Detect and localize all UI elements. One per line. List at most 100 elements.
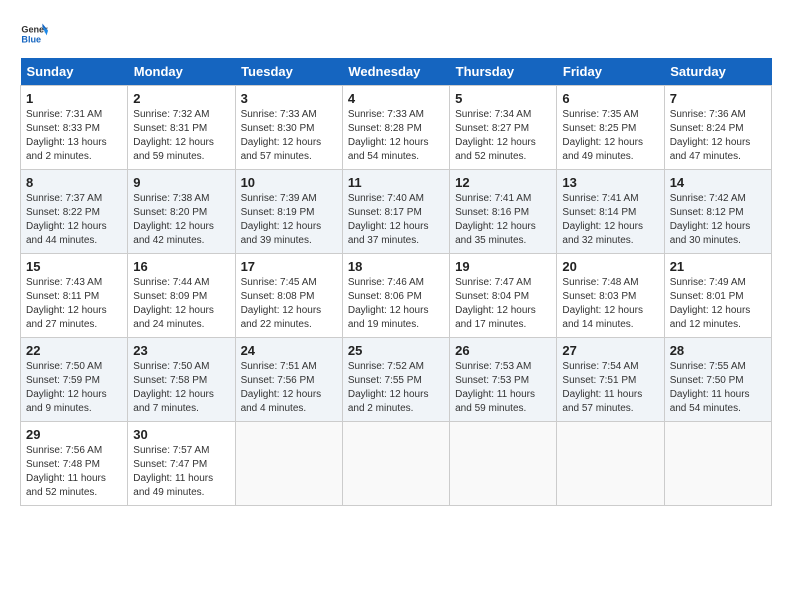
calendar-day-cell: 4 Sunrise: 7:33 AMSunset: 8:28 PMDayligh… (342, 86, 449, 170)
day-number: 30 (133, 427, 229, 442)
calendar-day-cell (557, 422, 664, 506)
day-info: Sunrise: 7:53 AMSunset: 7:53 PMDaylight:… (455, 360, 551, 416)
calendar-day-cell: 10 Sunrise: 7:39 AMSunset: 8:19 PMDaylig… (235, 170, 342, 254)
day-number: 9 (133, 175, 229, 190)
day-number: 1 (26, 91, 122, 106)
day-info: Sunrise: 7:41 AMSunset: 8:16 PMDaylight:… (455, 192, 551, 248)
day-info: Sunrise: 7:48 AMSunset: 8:03 PMDaylight:… (562, 276, 658, 332)
calendar-day-cell: 18 Sunrise: 7:46 AMSunset: 8:06 PMDaylig… (342, 254, 449, 338)
calendar-day-cell (235, 422, 342, 506)
calendar-day-cell (450, 422, 557, 506)
day-info: Sunrise: 7:52 AMSunset: 7:55 PMDaylight:… (348, 360, 444, 416)
day-number: 13 (562, 175, 658, 190)
weekday-header: Thursday (450, 58, 557, 86)
day-info: Sunrise: 7:55 AMSunset: 7:50 PMDaylight:… (670, 360, 766, 416)
calendar-day-cell: 29 Sunrise: 7:56 AMSunset: 7:48 PMDaylig… (21, 422, 128, 506)
weekday-header: Friday (557, 58, 664, 86)
calendar-day-cell: 28 Sunrise: 7:55 AMSunset: 7:50 PMDaylig… (664, 338, 771, 422)
calendar-day-cell: 27 Sunrise: 7:54 AMSunset: 7:51 PMDaylig… (557, 338, 664, 422)
day-number: 6 (562, 91, 658, 106)
day-info: Sunrise: 7:43 AMSunset: 8:11 PMDaylight:… (26, 276, 122, 332)
calendar-day-cell: 21 Sunrise: 7:49 AMSunset: 8:01 PMDaylig… (664, 254, 771, 338)
day-number: 15 (26, 259, 122, 274)
day-number: 26 (455, 343, 551, 358)
day-number: 25 (348, 343, 444, 358)
day-info: Sunrise: 7:33 AMSunset: 8:28 PMDaylight:… (348, 108, 444, 164)
calendar-day-cell: 22 Sunrise: 7:50 AMSunset: 7:59 PMDaylig… (21, 338, 128, 422)
day-number: 17 (241, 259, 337, 274)
day-info: Sunrise: 7:35 AMSunset: 8:25 PMDaylight:… (562, 108, 658, 164)
day-number: 3 (241, 91, 337, 106)
weekday-header: Saturday (664, 58, 771, 86)
day-info: Sunrise: 7:45 AMSunset: 8:08 PMDaylight:… (241, 276, 337, 332)
day-info: Sunrise: 7:42 AMSunset: 8:12 PMDaylight:… (670, 192, 766, 248)
calendar-day-cell: 8 Sunrise: 7:37 AMSunset: 8:22 PMDayligh… (21, 170, 128, 254)
day-info: Sunrise: 7:50 AMSunset: 7:58 PMDaylight:… (133, 360, 229, 416)
day-info: Sunrise: 7:51 AMSunset: 7:56 PMDaylight:… (241, 360, 337, 416)
calendar-day-cell: 9 Sunrise: 7:38 AMSunset: 8:20 PMDayligh… (128, 170, 235, 254)
day-number: 2 (133, 91, 229, 106)
day-number: 24 (241, 343, 337, 358)
calendar-day-cell: 3 Sunrise: 7:33 AMSunset: 8:30 PMDayligh… (235, 86, 342, 170)
calendar-day-cell: 15 Sunrise: 7:43 AMSunset: 8:11 PMDaylig… (21, 254, 128, 338)
calendar-day-cell: 20 Sunrise: 7:48 AMSunset: 8:03 PMDaylig… (557, 254, 664, 338)
day-number: 7 (670, 91, 766, 106)
day-info: Sunrise: 7:50 AMSunset: 7:59 PMDaylight:… (26, 360, 122, 416)
day-info: Sunrise: 7:47 AMSunset: 8:04 PMDaylight:… (455, 276, 551, 332)
calendar-week-row: 22 Sunrise: 7:50 AMSunset: 7:59 PMDaylig… (21, 338, 772, 422)
calendar-day-cell: 5 Sunrise: 7:34 AMSunset: 8:27 PMDayligh… (450, 86, 557, 170)
day-number: 14 (670, 175, 766, 190)
day-info: Sunrise: 7:37 AMSunset: 8:22 PMDaylight:… (26, 192, 122, 248)
day-number: 16 (133, 259, 229, 274)
calendar-day-cell: 19 Sunrise: 7:47 AMSunset: 8:04 PMDaylig… (450, 254, 557, 338)
calendar-week-row: 8 Sunrise: 7:37 AMSunset: 8:22 PMDayligh… (21, 170, 772, 254)
day-info: Sunrise: 7:44 AMSunset: 8:09 PMDaylight:… (133, 276, 229, 332)
day-number: 5 (455, 91, 551, 106)
calendar-day-cell: 2 Sunrise: 7:32 AMSunset: 8:31 PMDayligh… (128, 86, 235, 170)
day-number: 8 (26, 175, 122, 190)
day-info: Sunrise: 7:38 AMSunset: 8:20 PMDaylight:… (133, 192, 229, 248)
day-info: Sunrise: 7:56 AMSunset: 7:48 PMDaylight:… (26, 444, 122, 500)
day-number: 22 (26, 343, 122, 358)
svg-text:Blue: Blue (21, 34, 41, 44)
weekday-header: Wednesday (342, 58, 449, 86)
calendar-day-cell: 13 Sunrise: 7:41 AMSunset: 8:14 PMDaylig… (557, 170, 664, 254)
day-info: Sunrise: 7:39 AMSunset: 8:19 PMDaylight:… (241, 192, 337, 248)
day-info: Sunrise: 7:54 AMSunset: 7:51 PMDaylight:… (562, 360, 658, 416)
calendar-day-cell: 7 Sunrise: 7:36 AMSunset: 8:24 PMDayligh… (664, 86, 771, 170)
calendar-day-cell: 23 Sunrise: 7:50 AMSunset: 7:58 PMDaylig… (128, 338, 235, 422)
calendar-week-row: 29 Sunrise: 7:56 AMSunset: 7:48 PMDaylig… (21, 422, 772, 506)
day-number: 23 (133, 343, 229, 358)
calendar-day-cell: 16 Sunrise: 7:44 AMSunset: 8:09 PMDaylig… (128, 254, 235, 338)
calendar-day-cell: 6 Sunrise: 7:35 AMSunset: 8:25 PMDayligh… (557, 86, 664, 170)
day-number: 19 (455, 259, 551, 274)
day-info: Sunrise: 7:40 AMSunset: 8:17 PMDaylight:… (348, 192, 444, 248)
logo-icon: General Blue (20, 20, 48, 48)
day-number: 10 (241, 175, 337, 190)
day-number: 29 (26, 427, 122, 442)
calendar-day-cell: 1 Sunrise: 7:31 AMSunset: 8:33 PMDayligh… (21, 86, 128, 170)
calendar-day-cell: 17 Sunrise: 7:45 AMSunset: 8:08 PMDaylig… (235, 254, 342, 338)
day-number: 21 (670, 259, 766, 274)
calendar-week-row: 15 Sunrise: 7:43 AMSunset: 8:11 PMDaylig… (21, 254, 772, 338)
day-number: 12 (455, 175, 551, 190)
day-info: Sunrise: 7:49 AMSunset: 8:01 PMDaylight:… (670, 276, 766, 332)
day-number: 18 (348, 259, 444, 274)
day-info: Sunrise: 7:33 AMSunset: 8:30 PMDaylight:… (241, 108, 337, 164)
day-info: Sunrise: 7:32 AMSunset: 8:31 PMDaylight:… (133, 108, 229, 164)
day-info: Sunrise: 7:31 AMSunset: 8:33 PMDaylight:… (26, 108, 122, 164)
calendar-day-cell: 11 Sunrise: 7:40 AMSunset: 8:17 PMDaylig… (342, 170, 449, 254)
weekday-header: Monday (128, 58, 235, 86)
day-number: 27 (562, 343, 658, 358)
day-number: 28 (670, 343, 766, 358)
day-info: Sunrise: 7:57 AMSunset: 7:47 PMDaylight:… (133, 444, 229, 500)
calendar-week-row: 1 Sunrise: 7:31 AMSunset: 8:33 PMDayligh… (21, 86, 772, 170)
weekday-header-row: SundayMondayTuesdayWednesdayThursdayFrid… (21, 58, 772, 86)
day-info: Sunrise: 7:46 AMSunset: 8:06 PMDaylight:… (348, 276, 444, 332)
calendar-day-cell: 24 Sunrise: 7:51 AMSunset: 7:56 PMDaylig… (235, 338, 342, 422)
calendar-day-cell: 12 Sunrise: 7:41 AMSunset: 8:16 PMDaylig… (450, 170, 557, 254)
weekday-header: Sunday (21, 58, 128, 86)
day-info: Sunrise: 7:36 AMSunset: 8:24 PMDaylight:… (670, 108, 766, 164)
calendar-table: SundayMondayTuesdayWednesdayThursdayFrid… (20, 58, 772, 506)
calendar-day-cell: 14 Sunrise: 7:42 AMSunset: 8:12 PMDaylig… (664, 170, 771, 254)
